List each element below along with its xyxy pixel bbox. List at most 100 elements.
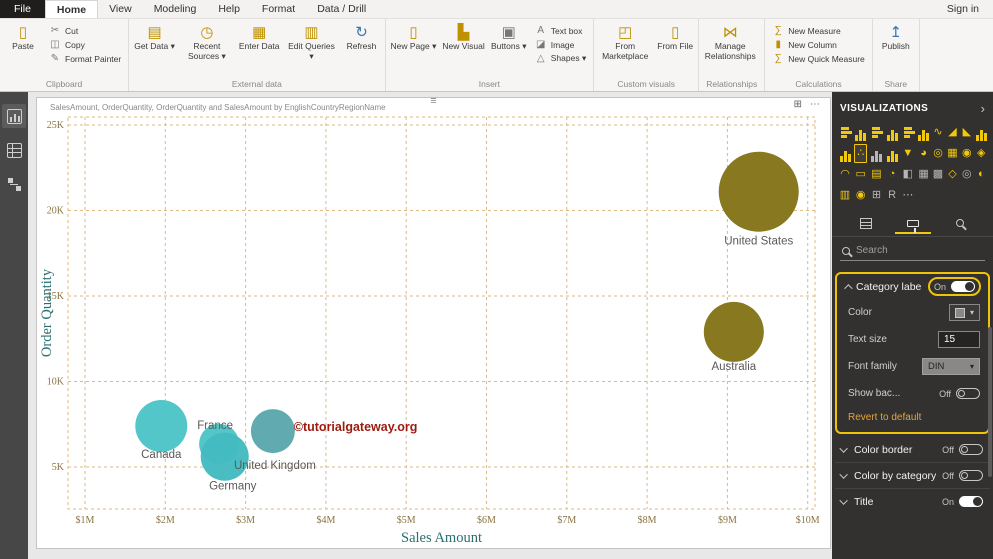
cut-button[interactable]: ✂ Cut bbox=[45, 24, 125, 37]
ribbon-groups: ▯ Paste ✂ Cut ◫ Copy ✎ Format Painter Clipboard ▤… bbox=[0, 19, 920, 91]
more-visuals-icon[interactable]: ⋯ bbox=[900, 186, 916, 205]
refresh-button[interactable]: ↻ Refresh bbox=[342, 21, 382, 73]
x-tick-label: $7M bbox=[557, 515, 576, 526]
stacked-area-chart-icon[interactable]: ◣ bbox=[960, 123, 973, 142]
get-data-button[interactable]: ▤ Get Data ▾ bbox=[132, 21, 177, 73]
key-influencers-icon[interactable]: ◐ bbox=[975, 165, 988, 184]
enter-data-button[interactable]: ▦ Enter Data bbox=[237, 21, 282, 73]
map-icon[interactable]: ◉ bbox=[960, 144, 973, 163]
pane-scrollbar[interactable] bbox=[988, 327, 992, 477]
edit-queries-button[interactable]: ▥ Edit Queries ▾ bbox=[284, 21, 340, 73]
copy-icon: ◫ bbox=[50, 39, 60, 50]
tab-file[interactable]: File bbox=[0, 0, 45, 18]
donut-chart-icon[interactable]: ◎ bbox=[931, 144, 944, 163]
clustered-column-chart-icon[interactable] bbox=[885, 123, 898, 142]
table-icon[interactable]: ▦ bbox=[917, 165, 930, 184]
buttons-button[interactable]: ▣ Buttons ▾ bbox=[489, 21, 529, 73]
model-view-button[interactable] bbox=[2, 172, 26, 196]
focus-mode-icon[interactable]: ⊞ bbox=[794, 99, 802, 110]
line-and-stacked-column-chart-icon[interactable] bbox=[975, 123, 988, 142]
text-box-icon: A bbox=[537, 25, 545, 36]
sign-in-link[interactable]: Sign in bbox=[933, 0, 993, 18]
new-measure-button[interactable]: ∑ New Measure bbox=[768, 24, 869, 37]
line-and-clustered-column-chart-icon[interactable] bbox=[837, 144, 853, 163]
pie-chart-icon[interactable]: ◕ bbox=[917, 144, 930, 163]
from-file-button[interactable]: ▯ From File bbox=[655, 21, 695, 73]
copy-button[interactable]: ◫ Copy bbox=[45, 38, 125, 51]
filled-map-icon[interactable]: ◈ bbox=[975, 144, 988, 163]
color-dropdown[interactable]: ▾ bbox=[948, 304, 980, 321]
format-painter-button[interactable]: ✎ Format Painter bbox=[45, 52, 125, 65]
data-view-button[interactable] bbox=[2, 138, 26, 162]
100-stacked-column-chart-icon[interactable] bbox=[917, 123, 930, 142]
tab-fields[interactable] bbox=[848, 214, 884, 234]
arcgis-map-icon[interactable]: ◎ bbox=[960, 165, 973, 184]
multi-row-card-icon[interactable]: ▤ bbox=[868, 165, 884, 184]
r-script-visual-icon[interactable]: R bbox=[885, 186, 898, 205]
manage-relationships-button[interactable]: ⋈ Manage Relationships bbox=[702, 21, 758, 73]
publish-button[interactable]: ↥ Publish bbox=[876, 21, 916, 73]
new-quick-measure-button[interactable]: ∑ New Quick Measure bbox=[768, 52, 869, 65]
clustered-bar-chart-icon[interactable] bbox=[868, 123, 884, 142]
bubble-united-kingdom bbox=[250, 409, 295, 454]
new-visual-button[interactable]: ▙ New Visual bbox=[440, 21, 486, 73]
paste-button[interactable]: ▯ Paste bbox=[3, 21, 43, 73]
title-toggle[interactable] bbox=[959, 496, 983, 507]
line-chart-icon[interactable]: ∿ bbox=[931, 123, 944, 142]
powerapps-icon[interactable]: ⊞ bbox=[868, 186, 884, 205]
card-icon[interactable]: ▭ bbox=[854, 165, 867, 184]
shape-map-icon[interactable]: ◇ bbox=[946, 165, 959, 184]
tab-analytics[interactable] bbox=[942, 214, 978, 234]
tab-modeling[interactable]: Modeling bbox=[143, 0, 208, 18]
shapes-button[interactable]: △ Shapes ▾ bbox=[531, 52, 590, 65]
image-button[interactable]: ◪ Image bbox=[531, 38, 590, 51]
collapse-pane-icon[interactable]: › bbox=[981, 102, 985, 115]
matrix-icon[interactable]: ▩ bbox=[931, 165, 944, 184]
100-stacked-bar-chart-icon[interactable] bbox=[900, 123, 916, 142]
text-size-input[interactable]: 15 bbox=[938, 331, 980, 348]
gauge-icon[interactable]: ◠ bbox=[837, 165, 853, 184]
stacked-column-chart-icon[interactable] bbox=[854, 123, 867, 142]
section-header-color-border[interactable]: Color border Off bbox=[835, 437, 990, 462]
tab-format[interactable]: Format bbox=[251, 0, 306, 18]
scatter-chart-visual[interactable]: SalesAmount, OrderQuantity, OrderQuantit… bbox=[36, 96, 831, 549]
tab-view[interactable]: View bbox=[98, 0, 143, 18]
data-label-australia: Australia bbox=[711, 361, 756, 373]
stacked-bar-chart-icon[interactable] bbox=[837, 123, 853, 142]
from-marketplace-button[interactable]: ◰ From Marketplace bbox=[597, 21, 653, 73]
section-header-color-by-category[interactable]: Color by category Off bbox=[835, 463, 990, 488]
more-options-icon[interactable]: ⋯ bbox=[810, 99, 820, 110]
search-box[interactable] bbox=[840, 241, 985, 261]
ribbon-chart-icon[interactable] bbox=[868, 144, 884, 163]
drag-handle-icon[interactable]: ≡ bbox=[430, 96, 436, 107]
show-bac-toggle[interactable] bbox=[956, 388, 980, 399]
section-header-category-labels[interactable]: Category labels On bbox=[837, 274, 988, 299]
esri-map-icon[interactable]: ◉ bbox=[854, 186, 867, 205]
table-heatmap-icon[interactable]: ▥ bbox=[837, 186, 853, 205]
revert-to-default-link[interactable]: Revert to default bbox=[837, 407, 988, 432]
color-by-category-toggle[interactable] bbox=[959, 470, 983, 481]
data-view-icon bbox=[6, 142, 22, 158]
new-column-button[interactable]: ▮ New Column bbox=[768, 38, 869, 51]
area-chart-icon[interactable]: ◢ bbox=[946, 123, 959, 142]
section-header-title[interactable]: Title On bbox=[835, 489, 990, 514]
funnel-chart-icon[interactable]: ▼ bbox=[900, 144, 916, 163]
show-bac-state: Off bbox=[939, 388, 951, 399]
tab-format[interactable] bbox=[894, 214, 931, 234]
waterfall-chart-icon[interactable] bbox=[885, 144, 898, 163]
slicer-icon[interactable]: ◧ bbox=[900, 165, 916, 184]
tab-home[interactable]: Home bbox=[44, 0, 99, 18]
category-labels-toggle[interactable] bbox=[951, 281, 975, 292]
treemap-icon[interactable]: ▦ bbox=[946, 144, 959, 163]
search-input[interactable] bbox=[856, 245, 968, 256]
recent-sources-button[interactable]: ◷ Recent Sources ▾ bbox=[179, 21, 235, 73]
kpi-icon[interactable]: ◔ bbox=[885, 165, 898, 184]
text-box-button[interactable]: A Text box bbox=[531, 24, 590, 37]
scatter-chart-icon[interactable]: ∴ bbox=[854, 144, 868, 163]
color-border-toggle[interactable] bbox=[959, 444, 983, 455]
tab-help[interactable]: Help bbox=[207, 0, 251, 18]
tab-data-drill[interactable]: Data / Drill bbox=[306, 0, 377, 18]
new-page-button[interactable]: ▯ New Page ▾ bbox=[389, 21, 439, 73]
report-view-button[interactable] bbox=[2, 104, 26, 128]
font-family-dropdown[interactable]: DIN ▾ bbox=[922, 358, 980, 375]
